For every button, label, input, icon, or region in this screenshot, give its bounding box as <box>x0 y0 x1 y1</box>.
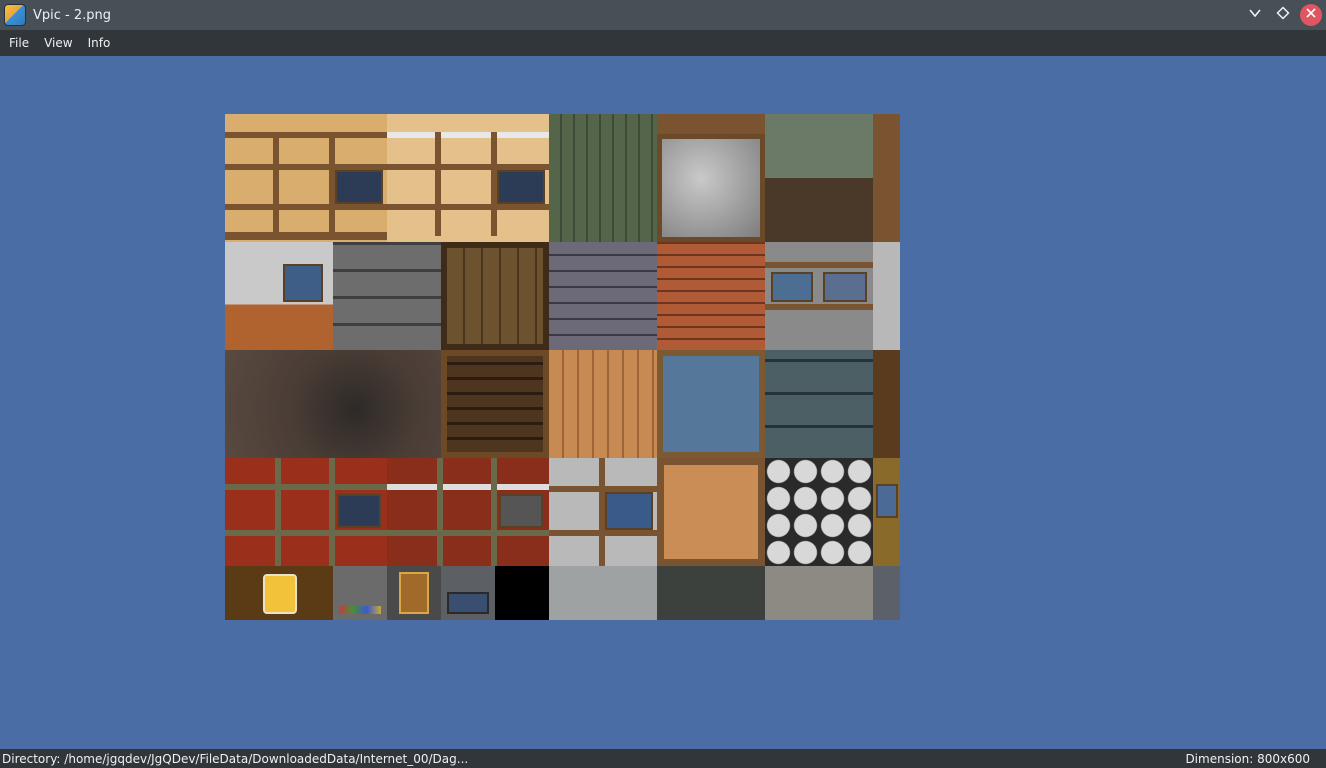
window-controls <box>1244 0 1326 30</box>
texture-tile <box>225 350 441 458</box>
texture-tile <box>441 350 549 458</box>
texture-tile <box>657 134 765 242</box>
texture-tile <box>225 458 387 566</box>
texture-tile <box>657 566 765 620</box>
texture-tile <box>765 242 873 350</box>
window-title: Vpic - 2.png <box>33 7 112 23</box>
texture-tile <box>441 566 495 620</box>
texture-tile <box>549 458 657 566</box>
texture-tile <box>873 242 900 350</box>
menu-bar: File View Info <box>0 30 1326 56</box>
texture-tile <box>549 242 657 350</box>
menu-view[interactable]: View <box>38 36 78 50</box>
texture-tile <box>333 566 387 620</box>
title-bar[interactable]: Vpic - 2.png <box>0 0 1326 30</box>
texture-tile <box>225 114 387 242</box>
texture-tile <box>873 566 900 620</box>
texture-tile <box>765 458 873 566</box>
texture-tile <box>873 114 900 242</box>
tavern-sign-tile <box>225 566 333 620</box>
texture-tile <box>387 458 549 566</box>
texture-tile <box>225 242 333 350</box>
app-icon <box>4 4 26 26</box>
texture-tile <box>495 566 549 620</box>
displayed-image <box>225 114 900 620</box>
close-button[interactable] <box>1300 4 1322 26</box>
app-window: Vpic - 2.png File View Info Directory: /… <box>0 0 1326 768</box>
texture-tile <box>549 114 657 242</box>
texture-tile <box>441 242 549 350</box>
texture-tile <box>333 242 441 350</box>
texture-tile <box>657 242 765 350</box>
directory-path: Directory: /home/jgqdev/JgQDev/FileData/… <box>2 751 469 766</box>
texture-tile <box>387 114 549 242</box>
chevron-down-icon <box>1248 6 1262 24</box>
close-icon <box>1305 7 1317 23</box>
image-dimension: Dimension: 800x600 <box>1185 751 1310 766</box>
texture-tile <box>549 350 657 458</box>
texture-tile <box>387 566 441 620</box>
texture-tile <box>549 566 657 620</box>
texture-tile <box>657 350 765 458</box>
texture-tile <box>765 114 873 242</box>
image-viewport[interactable] <box>0 56 1326 749</box>
minimize-button[interactable] <box>1244 4 1266 26</box>
diamond-icon <box>1276 6 1290 24</box>
texture-tile <box>873 350 900 458</box>
texture-tile <box>657 114 765 134</box>
status-bar: Directory: /home/jgqdev/JgQDev/FileData/… <box>0 749 1326 768</box>
menu-file[interactable]: File <box>3 36 35 50</box>
texture-tile <box>657 458 765 566</box>
menu-info[interactable]: Info <box>82 36 117 50</box>
maximize-button[interactable] <box>1272 4 1294 26</box>
texture-tile <box>873 458 900 566</box>
texture-tile <box>765 350 873 458</box>
texture-tile <box>765 566 873 620</box>
